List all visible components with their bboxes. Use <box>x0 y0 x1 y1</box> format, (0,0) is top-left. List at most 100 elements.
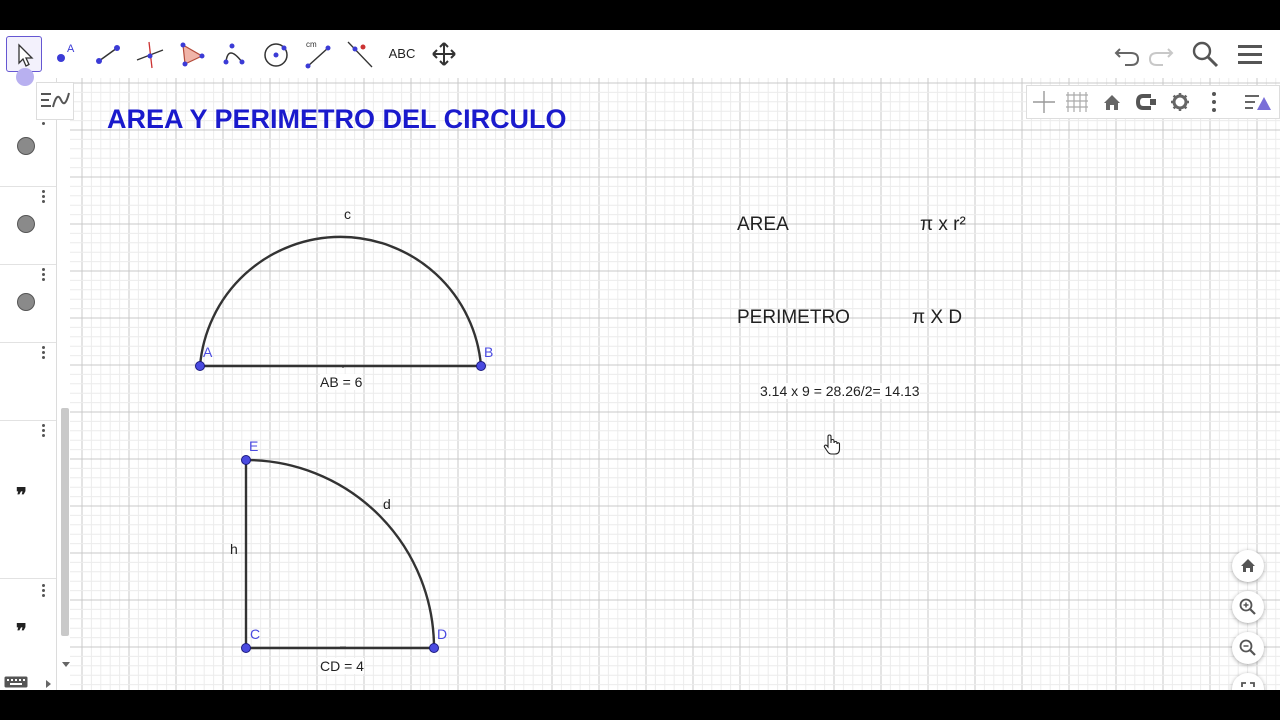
kebab-icon[interactable] <box>42 424 46 439</box>
settings-button[interactable] <box>1165 88 1195 116</box>
kebab-icon[interactable] <box>42 268 46 283</box>
search-button[interactable] <box>1189 38 1221 70</box>
style-bar-toggle-button[interactable] <box>1241 88 1271 116</box>
point-icon: A <box>57 43 75 62</box>
algebra-item[interactable] <box>0 186 56 265</box>
home-icon <box>1241 559 1255 572</box>
area-label[interactable]: AREA <box>737 214 789 236</box>
point-a[interactable] <box>195 361 205 371</box>
kebab-icon[interactable] <box>42 584 46 599</box>
algebra-item[interactable] <box>0 264 56 343</box>
algebra-style-toggle-button[interactable] <box>36 82 74 120</box>
segment-tool-button[interactable] <box>90 36 126 72</box>
algebra-item[interactable] <box>0 342 56 421</box>
zoom-out-button[interactable] <box>1232 632 1264 664</box>
move-tool-button[interactable] <box>6 36 42 72</box>
arc-label-c[interactable]: c <box>344 206 351 222</box>
more-options-button[interactable] <box>1199 88 1229 116</box>
slope-icon <box>347 41 373 68</box>
keyboard-arrow-icon[interactable] <box>46 680 52 688</box>
point-label-a[interactable]: A <box>203 344 212 360</box>
hand-cursor-icon <box>823 434 841 455</box>
circle-arc-icon <box>223 43 245 65</box>
distance-tool-button[interactable]: cm <box>300 36 336 72</box>
algebra-scrollbar[interactable] <box>61 408 69 636</box>
input-dot-icon <box>16 68 34 86</box>
kebab-icon[interactable] <box>42 190 46 205</box>
undo-button[interactable] <box>1111 38 1143 70</box>
style-bar <box>1026 85 1280 119</box>
algebra-view: ❞ ❞ <box>0 68 70 690</box>
point-e[interactable] <box>241 455 251 465</box>
kebab-icon[interactable] <box>42 346 46 361</box>
quarter-circle-arc[interactable] <box>245 458 436 649</box>
area-formula[interactable]: π x r² <box>920 214 966 236</box>
cm-label: cm <box>306 40 317 49</box>
graphics-canvas[interactable] <box>70 78 1280 690</box>
perpendicular-tool-button[interactable] <box>132 36 168 72</box>
scroll-down-arrow-icon[interactable] <box>62 662 70 668</box>
point-capture-button[interactable] <box>1131 88 1161 116</box>
menu-icon <box>1238 45 1262 64</box>
zoom-out-icon <box>1239 639 1256 656</box>
segment-ab-label[interactable]: AB = 6 <box>320 374 363 390</box>
calculation-text[interactable]: 3.14 x 9 = 28.26/2= 14.13 <box>760 383 920 399</box>
style-bar-toggle-icon <box>1245 95 1271 110</box>
perimeter-label[interactable]: PERIMETRO <box>737 307 850 329</box>
point-b[interactable] <box>476 361 486 371</box>
perimeter-formula[interactable]: π X D <box>912 307 962 329</box>
point-visibility-icon[interactable] <box>17 137 35 155</box>
point-visibility-icon[interactable] <box>17 293 35 311</box>
arc-tool-button[interactable] <box>216 36 252 72</box>
point-tool-button[interactable]: A <box>48 36 84 72</box>
point-capture-icon <box>1135 94 1156 110</box>
polygon-icon <box>180 42 205 67</box>
point-visibility-icon[interactable] <box>17 215 35 233</box>
main-menu-button[interactable] <box>1234 38 1266 70</box>
segment-cd-label[interactable]: CD = 4 <box>320 658 364 674</box>
axes-toggle-button[interactable] <box>1029 88 1059 116</box>
text-tool-label: ABC <box>388 46 416 61</box>
standard-view-button[interactable] <box>1232 550 1264 582</box>
move-graphics-tool-button[interactable] <box>426 36 462 72</box>
point-label-d[interactable]: D <box>437 626 447 642</box>
more-icon <box>1212 92 1216 112</box>
text-tool-button[interactable]: ABC <box>384 36 420 72</box>
standard-view-button[interactable] <box>1097 88 1127 116</box>
redo-icon <box>1148 48 1174 66</box>
undo-icon <box>1114 48 1140 66</box>
fullscreen-icon <box>1241 682 1255 687</box>
text-object-icon: ❞ <box>16 621 27 643</box>
search-icon <box>1192 41 1219 68</box>
polygon-tool-button[interactable] <box>174 36 210 72</box>
grid-toggle-button[interactable] <box>1063 88 1093 116</box>
point-label-c[interactable]: C <box>250 626 260 642</box>
side-label-h[interactable]: h <box>230 541 238 557</box>
move-arrows-icon <box>432 42 456 66</box>
home-icon <box>1104 95 1120 110</box>
algebra-item[interactable]: ❞ <box>0 420 56 579</box>
keyboard-icon[interactable] <box>4 676 28 688</box>
point-c[interactable] <box>241 643 251 653</box>
page-title[interactable]: AREA Y PERIMETRO DEL CIRCULO <box>107 104 567 135</box>
segment-icon <box>96 45 120 64</box>
perpendicular-line-icon <box>136 41 164 69</box>
redo-button[interactable] <box>1145 38 1177 70</box>
arc-label-d[interactable]: d <box>383 496 391 512</box>
zoom-in-button[interactable] <box>1232 591 1264 623</box>
point-label-e[interactable]: E <box>249 438 258 454</box>
grid <box>70 78 1280 690</box>
grid-icon <box>1066 92 1088 112</box>
distance-icon: cm <box>305 40 331 69</box>
zoom-in-icon <box>1239 598 1256 615</box>
point-label-b[interactable]: B <box>484 344 493 360</box>
toolbar: A cm ABC <box>0 30 1280 78</box>
axes-icon <box>1033 91 1055 113</box>
circle-tool-button[interactable] <box>258 36 294 72</box>
graphics-view[interactable]: AREA Y PERIMETRO DEL CIRCULO c A B AB = … <box>70 78 1280 690</box>
point-d[interactable] <box>429 643 439 653</box>
algebra-item[interactable]: ❞ <box>0 578 56 688</box>
svg-text:A: A <box>67 43 75 55</box>
slider-tool-button[interactable] <box>342 36 378 72</box>
geogebra-app: A cm ABC ❞ ❞ AREA Y PERIMETRO DEL CIRCUL… <box>0 30 1280 690</box>
